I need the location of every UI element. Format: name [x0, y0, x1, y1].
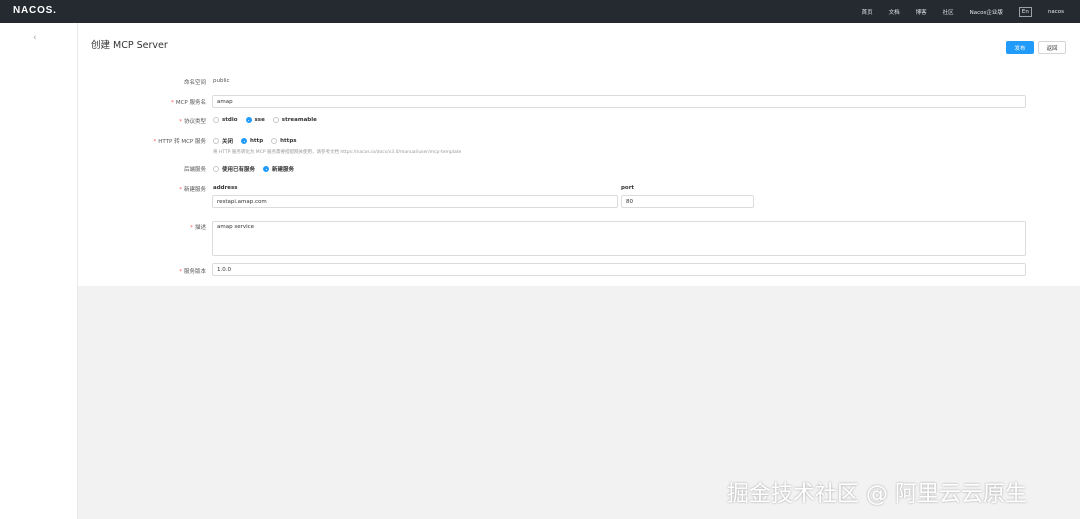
sidebar: ‹ — [0, 23, 78, 519]
radio-stdio[interactable]: stdio — [213, 117, 238, 123]
address-label: address — [213, 185, 238, 191]
user-name[interactable]: nacos — [1048, 9, 1064, 15]
namespace-label: 命名空间 — [183, 80, 206, 86]
radio-label: http — [250, 138, 264, 144]
new-service-label-text: 新建服务 — [183, 187, 206, 193]
server-name-label: * MCP 服务名 — [171, 98, 206, 106]
protocol-label: * 协议类型 — [179, 117, 206, 125]
publish-button[interactable]: 发布 — [1006, 41, 1034, 54]
version-label: * 服务版本 — [179, 267, 206, 275]
required-mark: * — [171, 100, 174, 106]
required-mark: * — [179, 187, 182, 193]
protocol-label-text: 协议类型 — [183, 119, 206, 125]
watermark: 掘金技术社区 @ 阿里云云原生 — [727, 482, 1027, 507]
description-label: * 描述 — [190, 223, 206, 231]
description-label-text: 描述 — [194, 225, 206, 231]
nav-home[interactable]: 首页 — [862, 8, 873, 16]
radio-off[interactable]: 关闭 — [213, 137, 233, 145]
description-textarea[interactable]: amap service — [212, 221, 1026, 256]
required-mark: * — [153, 139, 157, 145]
radio-label: sse — [254, 117, 265, 123]
radio-sse[interactable]: sse — [245, 117, 265, 123]
radio-circle-checked — [241, 138, 248, 144]
radio-label: 新建服务 — [272, 167, 295, 173]
radio-new-service[interactable]: 新建服务 — [263, 165, 294, 173]
port-label: port — [621, 185, 635, 191]
radio-circle — [213, 166, 219, 172]
radio-circle — [271, 138, 278, 144]
language-toggle-button[interactable]: En — [1018, 6, 1032, 17]
protocol-radio-group: stdio sse streamable — [213, 117, 325, 123]
radio-label: 使用已有服务 — [222, 167, 256, 173]
nav-docs[interactable]: 文档 — [889, 8, 900, 16]
http-to-mcp-radio-group: 关闭 http https — [213, 137, 305, 145]
http-to-mcp-label-text: HTTP 转 MCP 服务 — [158, 139, 206, 145]
required-mark: * — [179, 269, 182, 275]
top-navbar: NACOS. 首页 文档 博客 社区 Nacos企业版 En nacos — [0, 0, 1080, 23]
radio-http[interactable]: http — [241, 138, 263, 144]
main-panel: 创建 MCP Server 发布 返回 命名空间 public * MCP 服务名… — [78, 23, 1080, 286]
radio-circle-checked — [245, 117, 252, 123]
radio-label: 关闭 — [222, 139, 234, 145]
nacos-logo[interactable]: NACOS. — [13, 5, 57, 16]
version-input[interactable]: 1.0.0 — [212, 263, 1026, 276]
page-title: 创建 MCP Server — [91, 40, 168, 51]
backend-radio-group: 使用已有服务 新建服务 — [213, 165, 302, 173]
required-mark: * — [179, 119, 182, 125]
radio-label: streamable — [281, 117, 317, 123]
radio-label: https — [280, 138, 297, 144]
address-input[interactable]: restapi.amap.com — [212, 195, 618, 208]
radio-circle-checked — [263, 166, 270, 172]
http-to-mcp-label: * HTTP 转 MCP 服务 — [154, 137, 206, 145]
new-service-label: * 新建服务 — [179, 185, 206, 193]
server-name-label-text: MCP 服务名 — [175, 100, 206, 106]
required-mark: * — [190, 225, 193, 231]
radio-circle — [272, 117, 279, 123]
back-button[interactable]: 返回 — [1038, 41, 1066, 54]
http-to-mcp-help-text: 将 HTTP 服务转化为 MCP 服务需要搭配网关使用，请参考文档 https:… — [213, 150, 462, 155]
nav-community[interactable]: 社区 — [943, 8, 954, 16]
chevron-left-icon[interactable]: ‹ — [33, 33, 37, 43]
radio-streamable[interactable]: streamable — [272, 117, 317, 123]
namespace-value: public — [213, 78, 230, 84]
top-nav: 首页 文档 博客 社区 Nacos企业版 En nacos — [862, 0, 1080, 23]
version-label-text: 服务版本 — [183, 269, 206, 275]
server-name-input[interactable]: amap — [212, 95, 1026, 108]
radio-label: stdio — [222, 117, 238, 123]
nav-enterprise[interactable]: Nacos企业版 — [970, 8, 1003, 16]
radio-use-existing[interactable]: 使用已有服务 — [213, 165, 255, 173]
radio-https[interactable]: https — [271, 138, 297, 144]
nav-blog[interactable]: 博客 — [916, 8, 927, 16]
backend-label: 后端服务 — [183, 167, 206, 173]
radio-circle — [213, 117, 219, 123]
radio-circle — [213, 138, 219, 144]
port-input[interactable]: 80 — [621, 195, 754, 208]
